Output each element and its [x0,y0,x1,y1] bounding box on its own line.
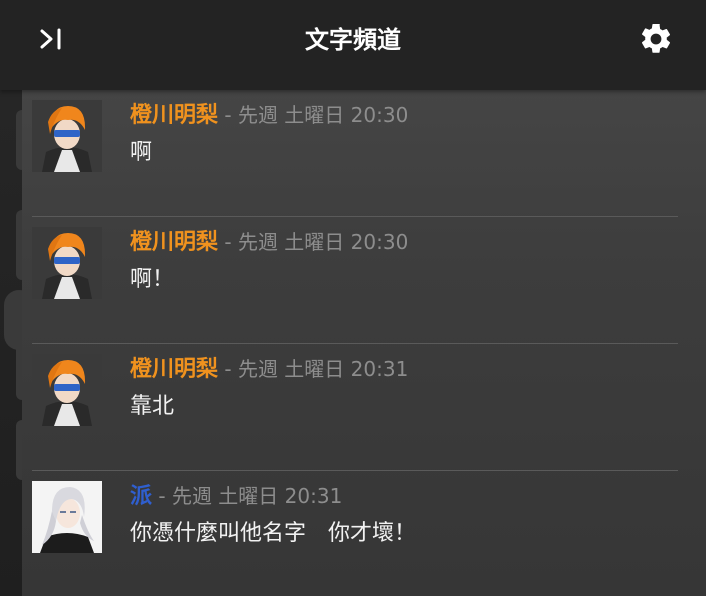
message-item[interactable]: 派 - 先週 土曜日 20:31 你憑什麼叫他名字 你才壞！ [22,471,678,596]
message-timestamp: 先週 土曜日 20:31 [171,484,343,508]
message-meta: 派 - 先週 土曜日 20:31 [130,481,342,512]
orange-hair-avatar[interactable] [32,100,102,172]
message-item[interactable]: 橙川明梨 - 先週 土曜日 20:31 靠北 [22,344,678,471]
orange-hair-avatar[interactable] [32,227,102,299]
message-separator: - [218,230,238,254]
message-text: 你憑什麼叫他名字 你才壞！ [130,521,417,546]
message-author[interactable]: 橙川明梨 [130,230,218,255]
message-meta: 橙川明梨 - 先週 土曜日 20:31 [130,354,408,385]
white-hair-avatar[interactable] [32,481,102,553]
message-separator: - [218,103,238,127]
channel-title: 文字頻道 [305,26,401,54]
message-meta: 橙川明梨 - 先週 土曜日 20:30 [130,100,408,131]
gear-icon [638,21,674,61]
message-separator: - [218,357,238,381]
message-item[interactable]: 橙川明梨 - 先週 土曜日 20:30 啊 [22,90,678,217]
channel-header: 文字頻道 [0,0,706,90]
message-author[interactable]: 派 [130,484,152,509]
orange-hair-avatar[interactable] [32,354,102,426]
message-separator: - [152,484,172,508]
message-timestamp: 先週 土曜日 20:31 [237,357,409,381]
message-text: 啊 [130,140,153,165]
message-text: 啊！ [130,267,175,292]
settings-button[interactable] [632,18,680,64]
message-author[interactable]: 橙川明梨 [130,357,218,382]
message-meta: 橙川明梨 - 先週 土曜日 20:30 [130,227,408,258]
message-text: 靠北 [130,394,175,419]
message-list: 橙川明梨 - 先週 土曜日 20:30 啊 橙川明梨 - 先週 土曜日 20:3… [22,90,706,596]
message-author[interactable]: 橙川明梨 [130,103,218,128]
message-timestamp: 先週 土曜日 20:30 [237,103,409,127]
message-item[interactable]: 橙川明梨 - 先週 土曜日 20:30 啊！ [22,217,678,344]
message-timestamp: 先週 土曜日 20:30 [237,230,409,254]
